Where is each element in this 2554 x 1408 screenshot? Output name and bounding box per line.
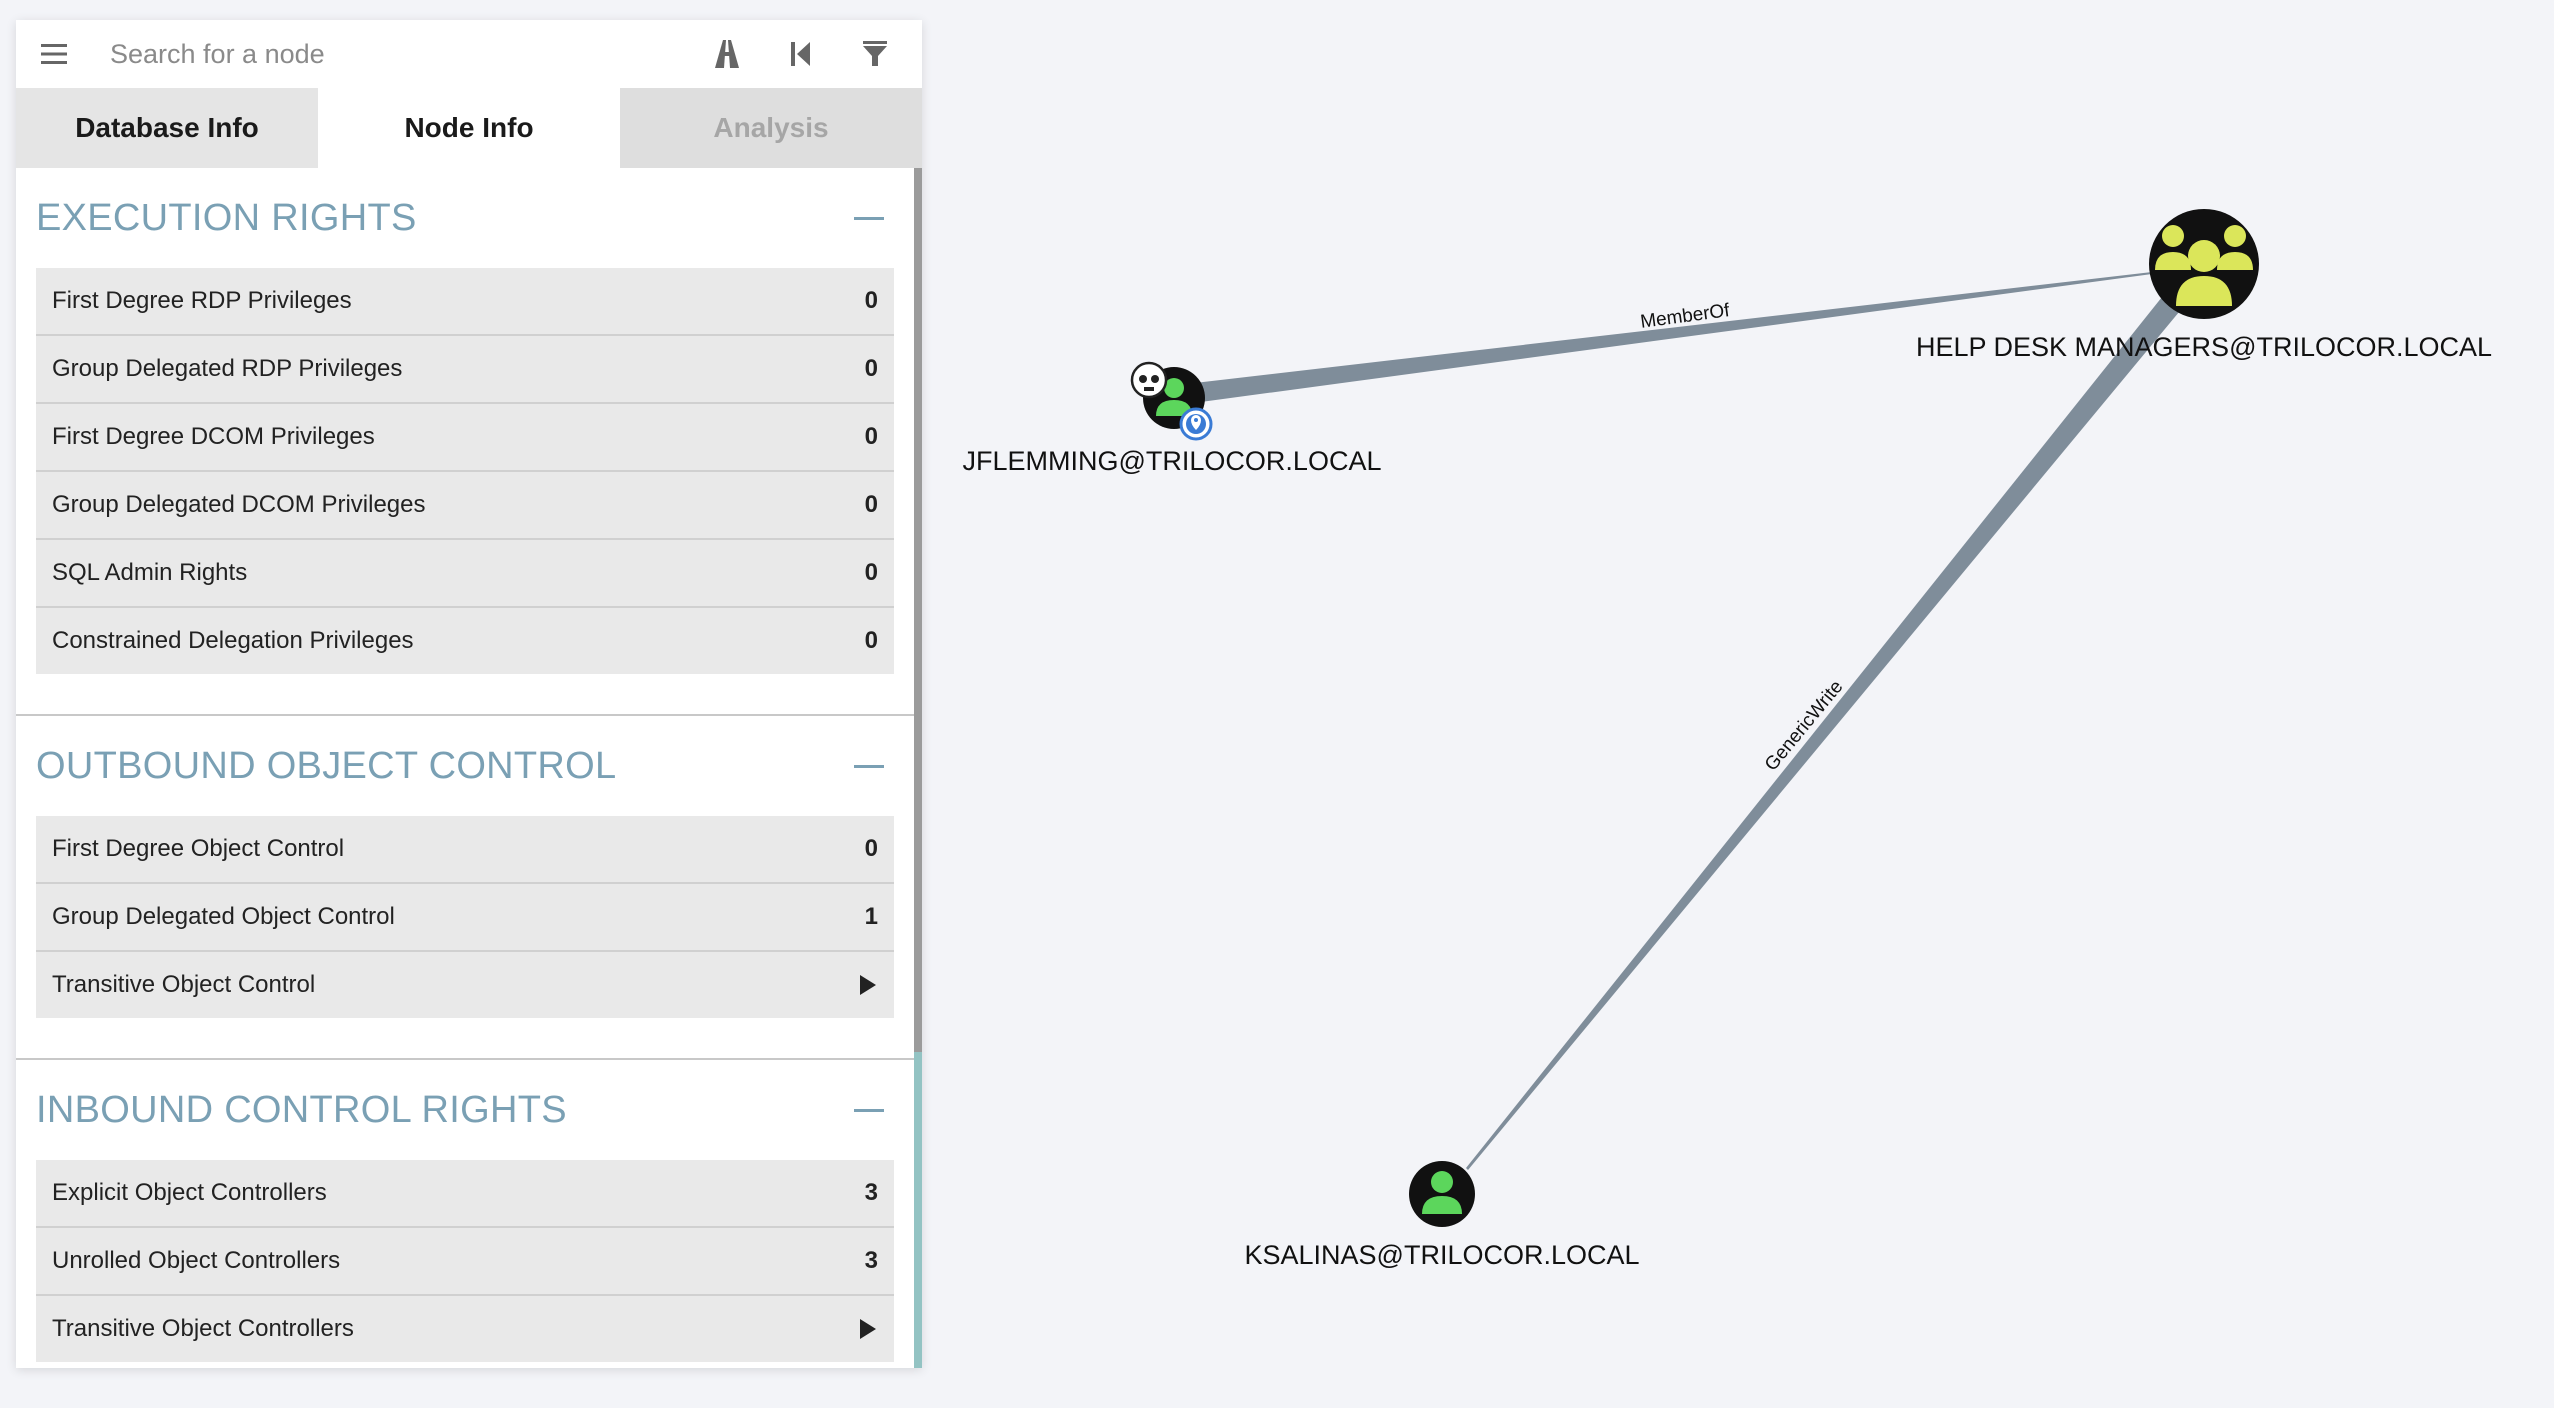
- tab-bar: Database Info Node Info Analysis: [16, 88, 922, 168]
- row-sql-admin[interactable]: SQL Admin Rights 0: [36, 540, 894, 608]
- play-icon[interactable]: [860, 975, 876, 995]
- node-ksalinas[interactable]: KSALINAS@TRILOCOR.LOCAL: [1244, 1161, 1640, 1270]
- section-outbound-object-control: OUTBOUND OBJECT CONTROL First Degree Obj…: [16, 716, 914, 1060]
- row-value[interactable]: 0: [865, 355, 878, 383]
- row-value[interactable]: 3: [865, 1179, 878, 1207]
- edge-genericwrite[interactable]: GenericWrite: [1466, 292, 2184, 1170]
- search-input[interactable]: [84, 24, 690, 84]
- collapse-icon[interactable]: [854, 764, 884, 768]
- row-label: Group Delegated DCOM Privileges: [52, 491, 426, 518]
- row-value[interactable]: 0: [865, 627, 878, 655]
- row-label: First Degree RDP Privileges: [52, 287, 352, 314]
- row-label: Constrained Delegation Privileges: [52, 627, 414, 654]
- filter-icon[interactable]: [838, 20, 912, 88]
- row-first-degree-dcom[interactable]: First Degree DCOM Privileges 0: [36, 404, 894, 472]
- row-value[interactable]: 1: [865, 903, 878, 931]
- section-inbound-control-rights: INBOUND CONTROL RIGHTS Explicit Object C…: [16, 1060, 914, 1362]
- row-label: Unrolled Object Controllers: [52, 1247, 341, 1274]
- row-value[interactable]: 0: [865, 835, 878, 863]
- pathfinding-icon[interactable]: [690, 20, 764, 88]
- row-transitive-object-controllers[interactable]: Transitive Object Controllers: [36, 1296, 894, 1362]
- section-header-execution[interactable]: EXECUTION RIGHTS: [36, 168, 894, 268]
- section-execution-rights: EXECUTION RIGHTS First Degree RDP Privil…: [16, 168, 914, 716]
- collapse-icon[interactable]: [854, 1108, 884, 1112]
- node-helpdesk-managers[interactable]: HELP DESK MANAGERS@TRILOCOR.LOCAL: [1916, 209, 2492, 362]
- node-info-content: EXECUTION RIGHTS First Degree RDP Privil…: [16, 168, 914, 1368]
- play-icon[interactable]: [860, 1319, 876, 1339]
- node-info-panel: Database Info Node Info Analysis EXECUTI…: [16, 20, 922, 1368]
- search-bar: [16, 20, 922, 88]
- row-label: SQL Admin Rights: [52, 559, 248, 586]
- row-explicit-object-controllers[interactable]: Explicit Object Controllers 3: [36, 1160, 894, 1228]
- section-title: OUTBOUND OBJECT CONTROL: [36, 744, 617, 787]
- row-transitive-object-control[interactable]: Transitive Object Control: [36, 952, 894, 1018]
- tab-analysis[interactable]: Analysis: [620, 88, 922, 168]
- row-label: First Degree Object Control: [52, 835, 345, 862]
- row-unrolled-object-controllers[interactable]: Unrolled Object Controllers 3: [36, 1228, 894, 1296]
- row-value[interactable]: 0: [865, 423, 878, 451]
- node-label-helpdesk: HELP DESK MANAGERS@TRILOCOR.LOCAL: [1916, 332, 2492, 362]
- row-value[interactable]: 0: [865, 559, 878, 587]
- location-pin-icon: [1179, 407, 1213, 441]
- row-label: Group Delegated Object Control: [52, 903, 395, 930]
- section-title: INBOUND CONTROL RIGHTS: [36, 1088, 567, 1131]
- row-group-delegated-dcom[interactable]: Group Delegated DCOM Privileges 0: [36, 472, 894, 540]
- row-value[interactable]: 3: [865, 1247, 878, 1275]
- scrollbar-thumb[interactable]: [914, 168, 922, 1052]
- menu-icon[interactable]: [24, 20, 84, 88]
- row-group-delegated-rdp[interactable]: Group Delegated RDP Privileges 0: [36, 336, 894, 404]
- node-label-jflemming: JFLEMMING@TRILOCOR.LOCAL: [963, 446, 1382, 476]
- skull-icon: [1130, 361, 1168, 399]
- row-constrained-delegation[interactable]: Constrained Delegation Privileges 0: [36, 608, 894, 674]
- row-first-degree-rdp[interactable]: First Degree RDP Privileges 0: [36, 268, 894, 336]
- row-value[interactable]: 0: [865, 491, 878, 519]
- row-label: Transitive Object Controllers: [52, 1315, 354, 1342]
- node-label-ksalinas: KSALINAS@TRILOCOR.LOCAL: [1244, 1240, 1639, 1270]
- row-label: Group Delegated RDP Privileges: [52, 355, 403, 382]
- collapse-icon[interactable]: [854, 216, 884, 220]
- section-title: EXECUTION RIGHTS: [36, 196, 417, 239]
- tab-node-info[interactable]: Node Info: [318, 88, 620, 168]
- row-value[interactable]: 0: [865, 287, 878, 315]
- row-first-degree-object-control[interactable]: First Degree Object Control 0: [36, 816, 894, 884]
- row-label: First Degree DCOM Privileges: [52, 423, 375, 450]
- row-label: Transitive Object Control: [52, 971, 316, 998]
- row-group-delegated-object-control[interactable]: Group Delegated Object Control 1: [36, 884, 894, 952]
- back-icon[interactable]: [764, 20, 838, 88]
- row-label: Explicit Object Controllers: [52, 1179, 327, 1206]
- tab-database-info[interactable]: Database Info: [16, 88, 318, 168]
- section-header-inbound[interactable]: INBOUND CONTROL RIGHTS: [36, 1060, 894, 1160]
- section-header-outbound[interactable]: OUTBOUND OBJECT CONTROL: [36, 716, 894, 816]
